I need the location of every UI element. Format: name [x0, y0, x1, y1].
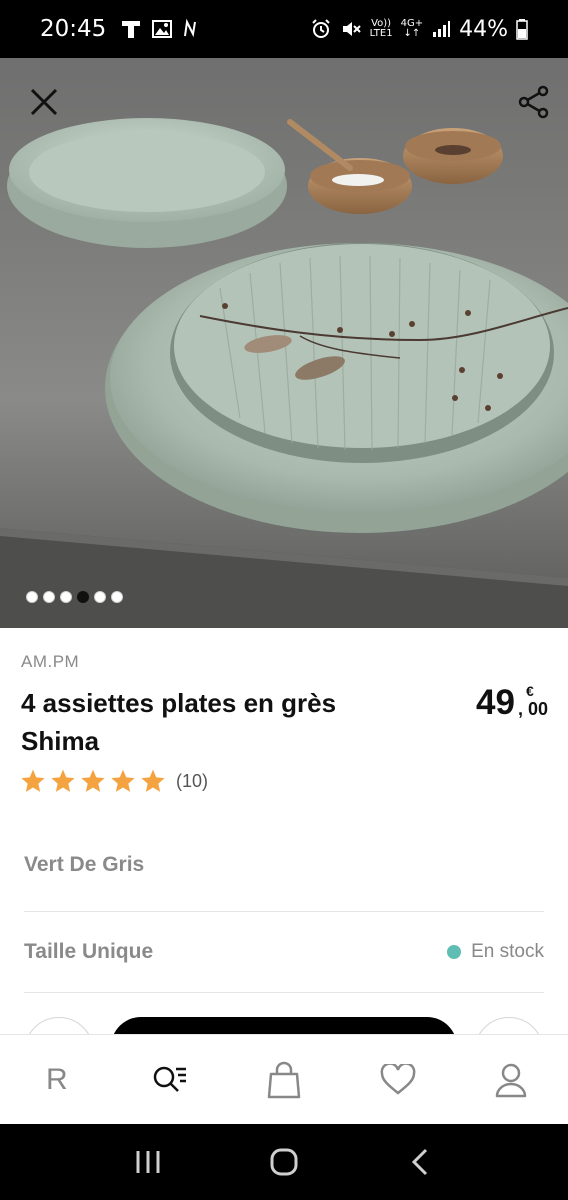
home-button[interactable] — [254, 1132, 314, 1192]
back-button[interactable] — [390, 1132, 450, 1192]
stock-indicator-dot — [447, 945, 462, 959]
price-currency: € — [525, 683, 534, 699]
nav-account[interactable] — [481, 1050, 541, 1110]
carousel-dot-active[interactable] — [77, 591, 89, 603]
price-decimal: , 00 — [517, 699, 548, 719]
heart-icon — [380, 1063, 415, 1095]
system-navigation-bar — [0, 1124, 568, 1200]
user-icon — [495, 1063, 527, 1097]
carousel-dot[interactable] — [94, 591, 106, 603]
home-logo-icon: R — [45, 1062, 68, 1096]
nav-bag[interactable] — [254, 1050, 314, 1110]
network-volte: Vo)) LTE1 — [369, 18, 393, 39]
search-list-icon — [154, 1066, 187, 1092]
product-image-carousel[interactable] — [0, 58, 568, 628]
star-icon — [81, 769, 105, 792]
star-icon — [111, 769, 135, 792]
bag-icon — [267, 1061, 301, 1098]
carousel-dot[interactable] — [26, 591, 38, 603]
t-mobile-icon — [122, 21, 141, 38]
rating-count: (10) — [176, 770, 209, 791]
carousel-dot[interactable] — [43, 591, 55, 603]
color-label: Vert De Gris — [24, 853, 145, 876]
size-selector[interactable]: Taille Unique En stock — [24, 935, 544, 969]
alarm-icon — [311, 19, 330, 38]
bottom-navigation: R — [0, 1034, 568, 1124]
close-icon — [30, 88, 58, 116]
carousel-dot[interactable] — [111, 591, 123, 603]
signal-icon — [433, 21, 451, 37]
divider — [24, 992, 544, 993]
recent-apps-button[interactable] — [118, 1132, 178, 1192]
carousel-dot[interactable] — [60, 591, 72, 603]
recent-apps-icon — [136, 1151, 160, 1173]
carousel-indicator[interactable] — [26, 591, 123, 603]
star-icon — [141, 769, 165, 792]
product-price: 49 € , 00 — [476, 684, 548, 722]
stock-status: En stock — [447, 941, 544, 963]
product-brand[interactable]: AM.PM — [21, 652, 79, 672]
size-label: Taille Unique — [24, 940, 154, 963]
mute-icon — [342, 22, 361, 36]
nav-search[interactable] — [140, 1050, 200, 1110]
star-icon — [21, 769, 45, 792]
network-type: 4G+ ↓↑ — [400, 18, 424, 39]
n-icon — [184, 19, 197, 38]
battery-percent: 44% — [459, 16, 508, 42]
status-time: 20:45 — [40, 16, 107, 42]
rating[interactable]: (10) — [20, 768, 208, 794]
status-bar: 20:45 Vo)) LTE1 4G+ ↓↑ 44% — [0, 0, 568, 58]
home-icon — [270, 1148, 298, 1176]
product-photo — [0, 118, 568, 628]
gallery-icon — [152, 20, 173, 38]
price-integer: 49 — [476, 683, 515, 722]
stock-label: En stock — [471, 941, 544, 962]
divider — [24, 911, 544, 912]
star-icon — [51, 769, 75, 792]
product-title: 4 assiettes plates en grès Shima — [21, 688, 337, 756]
nav-home[interactable]: R — [27, 1050, 87, 1110]
nav-favorites[interactable] — [368, 1050, 428, 1110]
color-selector[interactable]: Vert De Gris — [24, 848, 544, 882]
close-button[interactable] — [24, 82, 64, 122]
share-icon — [518, 85, 549, 119]
back-icon — [411, 1148, 428, 1176]
share-button[interactable] — [514, 82, 554, 122]
battery-icon — [516, 19, 528, 40]
